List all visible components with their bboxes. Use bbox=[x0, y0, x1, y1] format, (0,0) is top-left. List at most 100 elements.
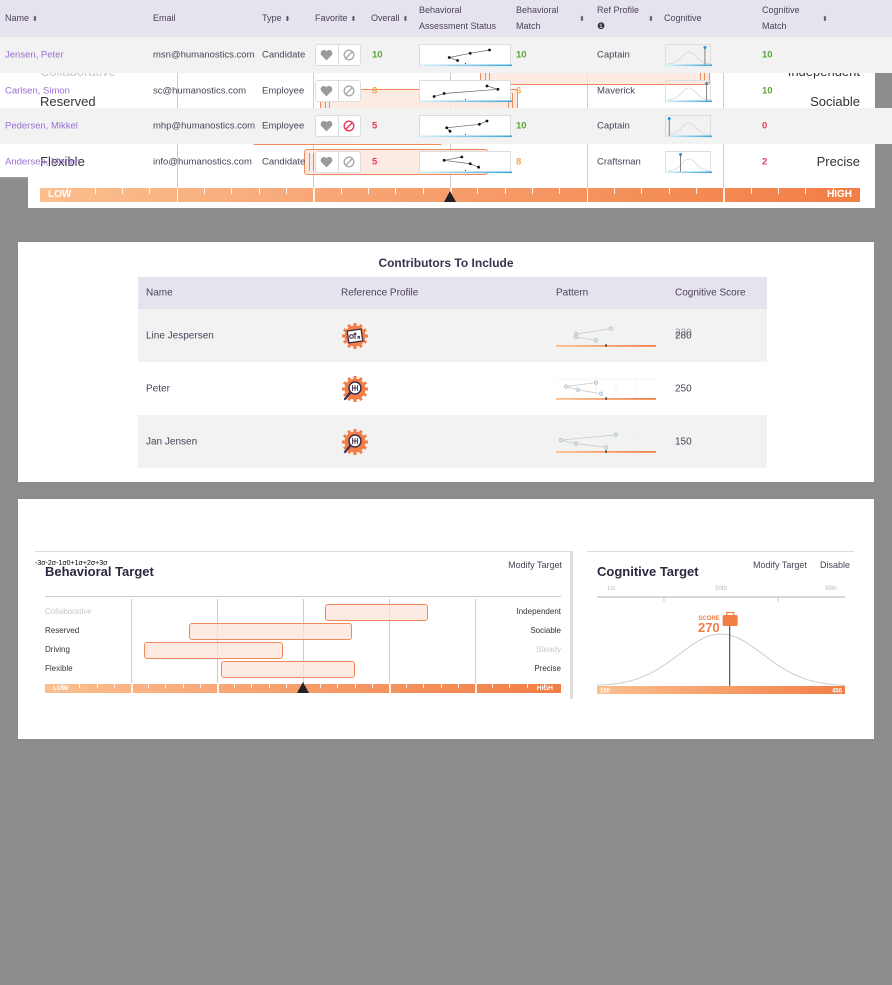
behavioral-pattern-sparkline bbox=[419, 115, 512, 138]
contributor-row[interactable]: Line Jespersen 280 230 bbox=[138, 309, 767, 362]
behavioral-target-card: Behavioral Target Modify Target -3σ-2σ-1… bbox=[35, 551, 570, 699]
col-behavioral-match[interactable]: Behavioral Match bbox=[516, 2, 566, 34]
scale-minor-tick bbox=[532, 188, 533, 195]
scale-minor-tick bbox=[641, 188, 643, 195]
cognitive-sparkline bbox=[665, 150, 712, 173]
trait-label-right: Steady bbox=[536, 645, 561, 655]
scale-minor-tick bbox=[559, 188, 561, 195]
scale-minor-tick bbox=[440, 684, 442, 689]
scale-minor-tick bbox=[750, 188, 752, 195]
cognitive-score: 250 bbox=[675, 383, 692, 394]
scale-minor-tick bbox=[122, 188, 123, 195]
behavioral-match-score: 10 bbox=[516, 49, 527, 61]
scale-segment-divider bbox=[389, 684, 391, 693]
scale-segment-divider bbox=[723, 188, 725, 202]
result-row: Andersen, Morten info@humanostics.com Cand… bbox=[0, 144, 892, 180]
col-behavioral-assessment-status[interactable]: Behavioral Assessment Status bbox=[419, 2, 511, 34]
col-name[interactable]: Name ⬍ bbox=[5, 10, 38, 28]
favorite-heart-button[interactable] bbox=[316, 116, 338, 136]
behavioral-match-score: 6 bbox=[516, 85, 522, 96]
contributor-name: Peter bbox=[146, 383, 170, 394]
candidate-name-link[interactable]: Pedersen, Mikkel bbox=[5, 121, 78, 132]
favorite-toggle-group bbox=[315, 115, 361, 137]
exclude-button[interactable] bbox=[337, 45, 361, 65]
scale-minor-tick bbox=[148, 684, 150, 689]
scale-minor-tick bbox=[94, 188, 96, 195]
briefcase-handle bbox=[726, 611, 735, 617]
results-table: Name ⬍ Email Type ⬍ Favorite ⬍ Overall ⬍ Beh… bbox=[0, 0, 892, 179]
scale-high-label: HIGH bbox=[827, 189, 852, 200]
col-overall[interactable]: Overall ⬍ bbox=[371, 10, 408, 28]
scale-minor-tick bbox=[354, 684, 356, 689]
sort-icon[interactable]: ⬍ bbox=[403, 16, 409, 23]
cognitive-target-card: Cognitive Target Modify Target Disable 1… bbox=[587, 551, 854, 699]
sort-icon[interactable]: ⬍ bbox=[351, 16, 357, 23]
col-type[interactable]: Type ⬍ bbox=[262, 10, 290, 28]
trait-label-left: Driving bbox=[45, 645, 70, 655]
scale-minor-tick bbox=[543, 684, 545, 689]
overall-score: 8 bbox=[372, 85, 378, 96]
percentile-tick-label: 99th bbox=[825, 586, 837, 592]
sort-icon[interactable]: ⬍ bbox=[285, 16, 291, 23]
scale-minor-tick bbox=[832, 188, 834, 195]
trait-range-bar bbox=[324, 603, 428, 621]
scale-minor-tick bbox=[320, 684, 322, 689]
cognitive-sparkline bbox=[665, 115, 712, 138]
trait-label-right: Independent bbox=[516, 607, 562, 617]
scale-segment-divider bbox=[313, 188, 315, 202]
scale-minor-tick bbox=[251, 684, 253, 689]
contributors-panel: Contributors To Include Name Reference P… bbox=[18, 242, 874, 482]
sort-icon[interactable]: ⬍ bbox=[648, 15, 654, 23]
candidate-name-link[interactable]: Jensen, Peter bbox=[5, 50, 64, 61]
candidate-name-link[interactable]: Carlsen, Simon bbox=[5, 85, 70, 96]
scale-minor-tick bbox=[492, 684, 494, 689]
contributors-header: Name Reference Profile Pattern Cognitive… bbox=[138, 277, 767, 309]
scale-minor-tick bbox=[286, 188, 287, 195]
favorite-heart-button[interactable] bbox=[316, 45, 338, 65]
strategy-board-gear-icon bbox=[341, 322, 369, 350]
exclude-button[interactable] bbox=[337, 151, 361, 172]
magnifier-gear-icon bbox=[341, 375, 369, 403]
behavioral-pattern-sparkline bbox=[419, 44, 512, 67]
col-ref-profile[interactable]: Ref Profile ❶ bbox=[597, 2, 639, 34]
scale-minor-tick bbox=[422, 188, 424, 195]
trait-label-left: Flexible bbox=[45, 664, 73, 674]
scale-minor-tick bbox=[258, 188, 260, 195]
candidate-name-link[interactable]: Andersen, Morten bbox=[5, 156, 81, 167]
scale-segment-divider bbox=[176, 188, 179, 202]
info-icon[interactable]: ❶ bbox=[597, 21, 605, 31]
col-favorite[interactable]: Favorite ⬍ bbox=[315, 10, 356, 28]
scale-minor-tick bbox=[62, 684, 64, 689]
favorite-toggle-group bbox=[315, 44, 361, 66]
candidate-email: mhp@humanostics.com bbox=[153, 120, 256, 132]
scale-segment-divider bbox=[475, 684, 477, 693]
sort-icon[interactable]: ⬍ bbox=[822, 15, 828, 23]
scale-minor-tick bbox=[234, 684, 236, 689]
sort-icon[interactable]: ⬍ bbox=[579, 15, 585, 23]
contributor-row[interactable]: Peter 250 bbox=[138, 362, 767, 415]
scale-minor-tick bbox=[113, 684, 115, 689]
col-name: Name bbox=[146, 287, 173, 299]
contributor-row[interactable]: Jan Jensen 150 bbox=[138, 415, 767, 468]
col-pattern: Pattern bbox=[556, 287, 589, 299]
cognitive-match-score: 10 bbox=[762, 49, 773, 61]
favorite-heart-button[interactable] bbox=[316, 81, 338, 101]
sort-icon[interactable]: ⬍ bbox=[32, 16, 38, 23]
overall-score: 10 bbox=[372, 49, 383, 61]
scale-minor-tick bbox=[504, 188, 506, 195]
exclude-button[interactable] bbox=[337, 80, 361, 101]
modify-behavioral-target-link[interactable]: Modify Target bbox=[508, 560, 562, 570]
scale-minor-tick bbox=[614, 188, 615, 195]
cognitive-distribution-chart: 1st 50th 99th100 450SCORE270 bbox=[596, 586, 846, 695]
exclude-button[interactable] bbox=[337, 116, 361, 136]
scale-minor-tick bbox=[457, 684, 459, 689]
scale-minor-tick bbox=[668, 188, 670, 195]
scale-minor-tick bbox=[778, 188, 779, 195]
cognitive-score-overlap: 230 bbox=[675, 327, 692, 338]
overall-score: 5 bbox=[372, 120, 378, 132]
contributor-name: Line Jespersen bbox=[146, 330, 214, 341]
col-cognitive-match[interactable]: Cognitive Match bbox=[762, 2, 812, 34]
trait-range-bar bbox=[188, 622, 352, 640]
trait-range-bar bbox=[221, 660, 355, 678]
favorite-heart-button[interactable] bbox=[316, 152, 338, 172]
